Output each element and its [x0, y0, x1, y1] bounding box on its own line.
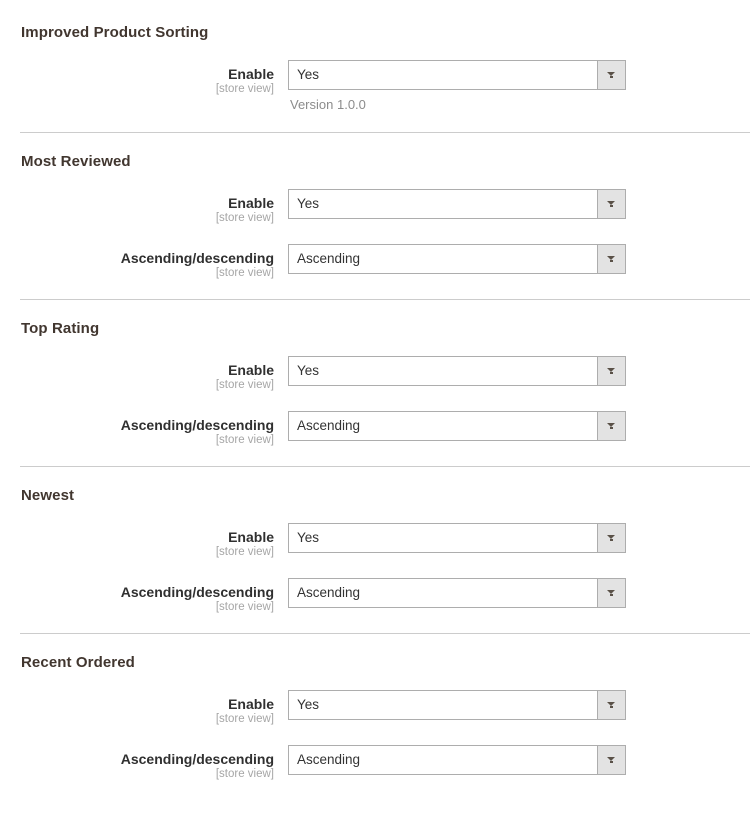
field-list: Enable [store view] Yes Ascending/descendin… — [0, 339, 750, 447]
config-section: Most Reviewed Enable [store view] Yes Ascend… — [0, 132, 750, 280]
select-value: Yes — [297, 67, 320, 82]
field-scope-hint: [store view] — [215, 212, 274, 224]
field-scope-hint: [store view] — [215, 768, 274, 780]
field-label-text: Enable — [228, 362, 274, 378]
chevron-down-glyph — [607, 534, 616, 542]
chevron-down-glyph — [607, 200, 616, 208]
field-note: Version 1.0.0 — [290, 97, 366, 112]
field-row: Enable [store view] Yes Version 1.0.0 — [0, 60, 750, 113]
select-dropdown[interactable]: Ascending — [288, 578, 626, 608]
chevron-down-glyph — [607, 255, 616, 263]
select-dropdown[interactable]: Yes — [288, 60, 626, 90]
field-label-text: Ascending/descending — [120, 584, 274, 600]
config-section: Newest Enable [store view] Yes Ascending/des… — [0, 466, 750, 614]
field-list: Enable [store view] Yes Ascending/descendin… — [0, 172, 750, 280]
field-label: Enable [store view] — [0, 356, 288, 392]
field-control: Ascending — [288, 244, 626, 274]
field-label-text: Enable — [228, 696, 274, 712]
chevron-down-glyph — [607, 367, 616, 375]
field-label: Enable [store view] — [0, 60, 288, 96]
chevron-down-icon[interactable] — [597, 245, 625, 273]
field-label: Ascending/descending [store view] — [0, 411, 288, 447]
field-row: Enable [store view] Yes — [0, 356, 750, 392]
chevron-down-icon[interactable] — [597, 579, 625, 607]
field-control: Ascending — [288, 745, 626, 775]
field-label-text: Enable — [228, 529, 274, 545]
field-row: Enable [store view] Yes — [0, 523, 750, 559]
field-scope-hint: [store view] — [215, 601, 274, 613]
select-dropdown[interactable]: Yes — [288, 690, 626, 720]
field-row: Ascending/descending [store view] Ascendin… — [0, 578, 750, 614]
chevron-down-icon[interactable] — [597, 524, 625, 552]
chevron-down-glyph — [607, 756, 616, 764]
field-label-text: Ascending/descending — [120, 751, 274, 767]
field-scope-hint: [store view] — [215, 546, 274, 558]
select-dropdown[interactable]: Yes — [288, 189, 626, 219]
select-value: Ascending — [297, 585, 361, 600]
field-scope-hint: [store view] — [215, 379, 274, 391]
chevron-down-icon[interactable] — [597, 190, 625, 218]
field-control: Ascending — [288, 578, 626, 608]
field-row: Enable [store view] Yes — [0, 189, 750, 225]
field-control: Yes — [288, 356, 626, 386]
chevron-down-glyph — [607, 589, 616, 597]
select-dropdown[interactable]: Ascending — [288, 411, 626, 441]
chevron-down-icon[interactable] — [597, 357, 625, 385]
field-row: Ascending/descending [store view] Ascendin… — [0, 411, 750, 447]
field-list: Enable [store view] Yes Ascending/descendin… — [0, 673, 750, 781]
chevron-down-icon[interactable] — [597, 61, 625, 89]
section-title: Most Reviewed — [21, 153, 131, 170]
field-scope-hint: [store view] — [215, 83, 274, 95]
select-value: Yes — [297, 363, 320, 378]
field-label: Ascending/descending [store view] — [0, 578, 288, 614]
field-control: Ascending — [288, 411, 626, 441]
field-label: Enable [store view] — [0, 523, 288, 559]
field-label: Ascending/descending [store view] — [0, 244, 288, 280]
field-label-text: Ascending/descending — [120, 250, 274, 266]
chevron-down-icon[interactable] — [597, 746, 625, 774]
section-title: Improved Product Sorting — [21, 24, 209, 41]
field-label: Enable [store view] — [0, 690, 288, 726]
chevron-down-glyph — [607, 701, 616, 709]
select-dropdown[interactable]: Ascending — [288, 745, 626, 775]
chevron-down-glyph — [607, 71, 616, 79]
field-scope-hint: [store view] — [215, 267, 274, 279]
field-control: Yes — [288, 189, 626, 219]
field-label-text: Enable — [228, 195, 274, 211]
section-title: Recent Ordered — [21, 654, 135, 671]
field-list: Enable [store view] Yes Version 1.0.0 — [0, 43, 750, 113]
chevron-down-glyph — [607, 422, 616, 430]
config-section: Recent Ordered Enable [store view] Yes Ascen… — [0, 633, 750, 781]
section-title: Newest — [21, 487, 75, 504]
field-list: Enable [store view] Yes Ascending/descendin… — [0, 506, 750, 614]
select-value: Yes — [297, 697, 320, 712]
config-section: Improved Product Sorting Enable [store vie… — [0, 4, 750, 113]
select-value: Ascending — [297, 418, 361, 433]
select-value: Ascending — [297, 752, 361, 767]
field-control: Yes — [288, 690, 626, 720]
field-control: Yes Version 1.0.0 — [288, 60, 626, 113]
select-value: Yes — [297, 530, 320, 545]
select-dropdown[interactable]: Ascending — [288, 244, 626, 274]
field-scope-hint: [store view] — [215, 713, 274, 725]
field-label-text: Ascending/descending — [120, 417, 274, 433]
chevron-down-icon[interactable] — [597, 412, 625, 440]
select-dropdown[interactable]: Yes — [288, 356, 626, 386]
field-row: Ascending/descending [store view] Ascendin… — [0, 244, 750, 280]
field-row: Enable [store view] Yes — [0, 690, 750, 726]
field-label: Ascending/descending [store view] — [0, 745, 288, 781]
field-scope-hint: [store view] — [215, 434, 274, 446]
select-dropdown[interactable]: Yes — [288, 523, 626, 553]
section-title: Top Rating — [21, 320, 100, 337]
field-row: Ascending/descending [store view] Ascendin… — [0, 745, 750, 781]
field-control: Yes — [288, 523, 626, 553]
field-label: Enable [store view] — [0, 189, 288, 225]
field-label-text: Enable — [228, 66, 274, 82]
select-value: Ascending — [297, 251, 361, 266]
chevron-down-icon[interactable] — [597, 691, 625, 719]
select-value: Yes — [297, 196, 320, 211]
config-section: Top Rating Enable [store view] Yes Ascending… — [0, 299, 750, 447]
config-page: Improved Product Sorting Enable [store vie… — [0, 0, 750, 781]
